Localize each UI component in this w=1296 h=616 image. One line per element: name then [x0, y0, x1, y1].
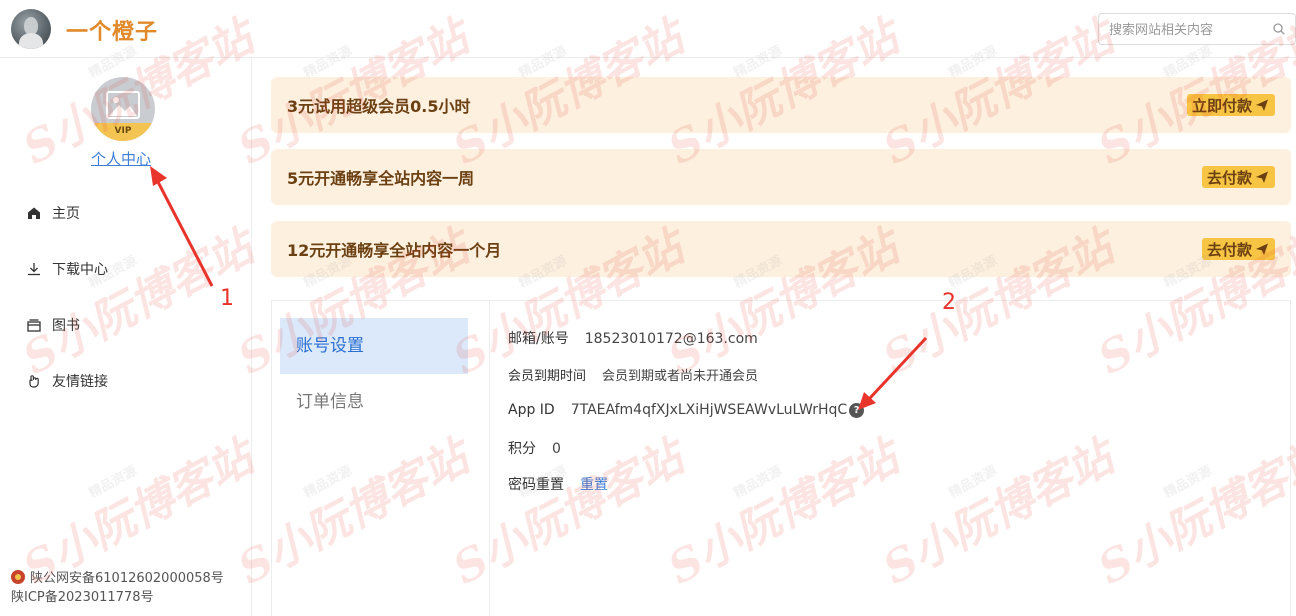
- email-row: 邮箱/账号 18523010172@163.com: [508, 328, 758, 348]
- email-value: 18523010172@163.com: [584, 331, 758, 347]
- paper-plane-icon: [1256, 171, 1268, 183]
- pay-button[interactable]: 立即付款: [1186, 94, 1275, 116]
- sidebar-item-label: 友情链接: [52, 374, 108, 390]
- search-icon[interactable]: [1273, 23, 1285, 35]
- vip-badge: VIP: [91, 123, 155, 141]
- pay-button[interactable]: 去付款: [1201, 166, 1275, 188]
- points-row: 积分 0: [508, 438, 561, 458]
- site-logo-avatar[interactable]: [11, 9, 51, 49]
- sidebar: VIP 个人中心 主页 下载中心 图书 友情链接 陕公网安备6101260200…: [0, 58, 252, 616]
- search-input[interactable]: [1109, 20, 1259, 40]
- expiry-label: 会员到期时间: [508, 369, 587, 384]
- top-header: 一个橙子: [0, 0, 1296, 58]
- points-value: 0: [552, 441, 561, 457]
- site-title[interactable]: 一个橙子: [66, 14, 158, 46]
- plan-card: 3元试用超级会员0.5小时 立即付款: [271, 77, 1291, 133]
- plan-card: 12元开通畅享全站内容一个月 去付款: [271, 221, 1291, 277]
- tab-order-info[interactable]: 订单信息: [280, 374, 468, 430]
- annotation-marker-1: 1: [220, 286, 234, 311]
- sidebar-item-label: 图书: [52, 318, 80, 334]
- expiry-value: 会员到期或者尚未开通会员: [602, 369, 759, 384]
- profile-center-link[interactable]: 个人中心: [91, 148, 151, 169]
- link-icon: [29, 375, 39, 388]
- account-settings-panel: 账号设置 订单信息 邮箱/账号 18523010172@163.com 会员到期时…: [271, 300, 1291, 616]
- police-emblem-icon: [11, 570, 25, 584]
- annotation-marker-2: 2: [942, 290, 956, 315]
- book-icon: [27, 319, 41, 332]
- pay-button-label: 立即付款: [1191, 96, 1252, 115]
- police-record[interactable]: 陕公网安备61012602000058号: [11, 567, 224, 586]
- expiry-row: 会员到期时间 会员到期或者尚未开通会员: [508, 365, 758, 384]
- download-icon: [28, 263, 40, 276]
- points-label: 积分: [508, 441, 536, 457]
- password-label: 密码重置: [508, 477, 564, 493]
- tab-account-settings[interactable]: 账号设置: [280, 318, 468, 374]
- settings-tabs: 账号设置 订单信息: [272, 301, 490, 616]
- sidebar-item-home[interactable]: 主页: [26, 202, 80, 224]
- sidebar-item-downloads[interactable]: 下载中心: [26, 258, 108, 280]
- search-box: [1098, 13, 1296, 45]
- password-row: 密码重置 重置: [508, 474, 608, 494]
- pay-button-label: 去付款: [1206, 240, 1252, 259]
- police-record-text: 陕公网安备61012602000058号: [30, 571, 224, 586]
- sidebar-item-links[interactable]: 友情链接: [26, 370, 108, 392]
- user-avatar[interactable]: VIP: [91, 77, 155, 141]
- pay-button-label: 去付款: [1206, 168, 1252, 187]
- pay-button[interactable]: 去付款: [1201, 238, 1275, 260]
- home-icon: [28, 207, 40, 219]
- icp-record[interactable]: 陕ICP备2023011778号: [11, 586, 153, 605]
- appid-row: App ID 7TAEAfm4qfXJxLXiHjWSEAWvLuLWrHqC?: [508, 402, 865, 418]
- plan-title: 12元开通畅享全站内容一个月: [287, 241, 502, 260]
- paper-plane-icon: [1256, 243, 1268, 255]
- plan-title: 3元试用超级会员0.5小时: [287, 97, 471, 116]
- sidebar-item-books[interactable]: 图书: [26, 314, 80, 336]
- appid-value: 7TAEAfm4qfXJxLXiHjWSEAWvLuLWrHqC: [570, 402, 848, 418]
- email-label: 邮箱/账号: [508, 331, 569, 347]
- plan-card: 5元开通畅享全站内容一周 去付款: [271, 149, 1291, 205]
- image-placeholder-icon: [106, 91, 140, 119]
- appid-label: App ID: [508, 402, 555, 418]
- sidebar-item-label: 下载中心: [52, 262, 108, 278]
- paper-plane-icon: [1256, 99, 1268, 111]
- password-reset-link[interactable]: 重置: [580, 477, 608, 493]
- help-icon[interactable]: ?: [849, 403, 865, 418]
- sidebar-item-label: 主页: [52, 206, 80, 222]
- plan-title: 5元开通畅享全站内容一周: [287, 169, 475, 188]
